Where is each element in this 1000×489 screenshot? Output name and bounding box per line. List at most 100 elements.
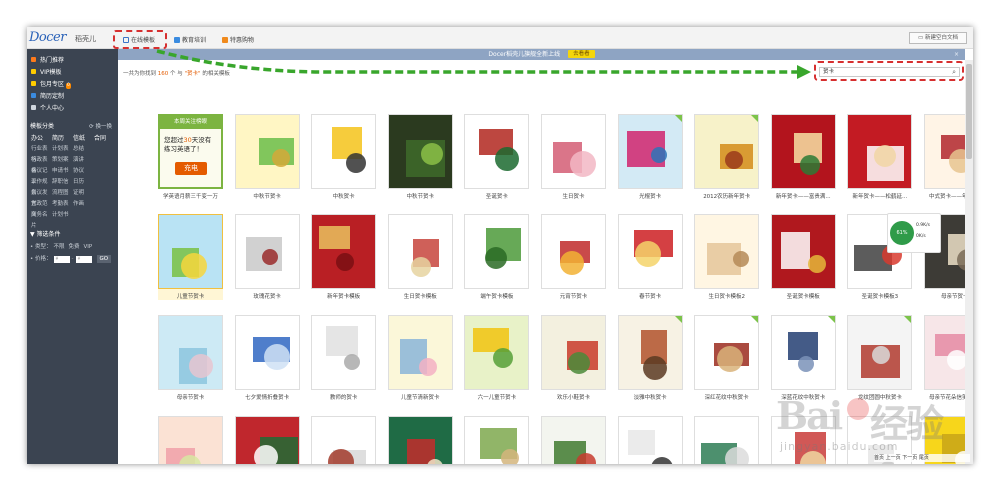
template-thumbnail[interactable]: 本周关注榜眼 您超过30天没有 练习英语了！ 充电 [158, 114, 223, 189]
template-tile[interactable]: 中秋节贺卡 [234, 114, 300, 200]
filter-type-free[interactable]: 免费 [69, 241, 80, 253]
template-thumbnail[interactable] [694, 114, 760, 189]
filter-type-any[interactable]: 不限 [54, 241, 65, 253]
price-max-input[interactable]: ¥ [75, 255, 92, 263]
template-thumbnail[interactable] [234, 114, 300, 189]
template-thumbnail[interactable] [617, 214, 683, 289]
template-thumbnail[interactable] [541, 214, 606, 289]
network-speed-widget[interactable]: 61% 0.9K/s 0K/s [887, 213, 941, 253]
category-link[interactable]: 会议记录 [31, 166, 52, 185]
template-thumbnail[interactable] [770, 315, 836, 390]
category-link[interactable]: 计划书 [52, 210, 73, 221]
template-tile[interactable]: 端午贺卡模板 [464, 214, 530, 300]
template-thumbnail[interactable] [464, 416, 530, 464]
template-tile[interactable] [311, 416, 377, 464]
category-link[interactable]: 证明 [73, 188, 94, 199]
template-tile[interactable]: 2012农历新年贺卡 [694, 114, 760, 200]
close-icon[interactable]: × [954, 49, 959, 60]
template-tile[interactable]: 淡雅中秋贺卡 [617, 315, 683, 401]
template-thumbnail[interactable] [234, 315, 300, 390]
template-tile[interactable]: 圣诞贺卡 [464, 114, 530, 200]
template-tile[interactable]: 生日贺卡模板 [387, 214, 453, 300]
pager-last[interactable]: 尾页 [919, 455, 929, 461]
filter-type-vip[interactable]: VIP [84, 241, 93, 253]
template-tile[interactable]: 元宵节贺卡 [541, 214, 606, 300]
template-thumbnail[interactable] [464, 315, 530, 390]
category-link[interactable]: 计划表 [52, 144, 73, 155]
template-tile[interactable]: 新年贺卡模板 [311, 214, 377, 300]
template-tile[interactable] [234, 416, 300, 464]
category-link[interactable]: 演讲 [73, 155, 94, 166]
template-tile[interactable]: 玫瑰花贺卡 [234, 214, 300, 300]
tab-education[interactable]: 教育培训 [174, 35, 206, 44]
template-thumbnail[interactable] [694, 214, 760, 289]
template-thumbnail[interactable] [847, 114, 913, 189]
category-link[interactable]: 日历 [73, 177, 94, 188]
template-tile[interactable]: 儿童节贺卡 [158, 214, 223, 300]
banner-go-button[interactable]: 去看看 [568, 50, 595, 58]
template-thumbnail[interactable] [387, 114, 453, 189]
tab-shopping[interactable]: 特惠购物 [222, 35, 254, 44]
template-tile[interactable] [158, 416, 223, 464]
template-tile[interactable]: 中秋节贺卡 [387, 114, 453, 200]
template-tile[interactable]: 欢乐小鞋贺卡 [541, 315, 606, 401]
template-thumbnail[interactable] [311, 214, 377, 289]
pager-prev[interactable]: 上一页 [886, 455, 901, 461]
template-thumbnail[interactable] [617, 416, 683, 464]
template-thumbnail[interactable] [617, 114, 683, 189]
category-link[interactable]: 信纸 [73, 133, 94, 144]
category-link[interactable]: 办公 [31, 133, 52, 144]
template-thumbnail[interactable] [387, 416, 453, 464]
template-thumbnail[interactable] [617, 315, 683, 390]
sidebar-nav-item[interactable]: 个人中心 [27, 103, 118, 115]
template-tile[interactable]: 儿童节清新贺卡 [387, 315, 453, 401]
pager-first[interactable]: 首页 [874, 455, 884, 461]
template-tile[interactable]: 新年贺卡——富贵满... [770, 114, 836, 200]
template-tile[interactable] [617, 416, 683, 464]
template-tile[interactable]: 光棍贺卡 [617, 114, 683, 200]
category-link[interactable]: 策划案 [52, 155, 73, 166]
template-thumbnail[interactable] [311, 114, 377, 189]
template-tile[interactable]: 春节贺卡 [617, 214, 683, 300]
category-link[interactable]: 简历 [52, 133, 73, 144]
template-thumbnail[interactable] [464, 214, 530, 289]
sidebar-nav-item[interactable]: 热门推荐 [27, 55, 118, 67]
template-tile[interactable] [464, 416, 530, 464]
template-tile[interactable]: 新年贺卡——松鹤延... [847, 114, 913, 200]
template-thumbnail[interactable] [770, 214, 836, 289]
category-link[interactable]: 协议 [73, 166, 94, 177]
template-tile[interactable]: 生日贺卡模板2 [694, 214, 760, 300]
sidebar-nav-item[interactable]: 简历定制 [27, 91, 118, 103]
template-thumbnail[interactable] [770, 114, 836, 189]
template-thumbnail[interactable] [541, 315, 606, 390]
category-link[interactable]: 商务名片 [31, 210, 52, 229]
category-link[interactable]: 合同 [94, 133, 115, 144]
category-link[interactable]: 申请书 [52, 166, 73, 177]
template-thumbnail[interactable] [694, 315, 760, 390]
sidebar-nav-item[interactable]: VIP模板 [27, 67, 118, 79]
template-tile[interactable]: 六一儿童节贺卡 [464, 315, 530, 401]
category-link[interactable]: 考勤表 [52, 199, 73, 210]
price-go-button[interactable]: GO [96, 255, 112, 263]
category-link[interactable]: 辞职信 [52, 177, 73, 188]
category-link[interactable]: 工作规划 [31, 177, 52, 196]
scrollbar-thumb[interactable] [966, 64, 972, 159]
template-thumbnail[interactable] [158, 214, 223, 289]
template-tile[interactable] [541, 416, 606, 464]
template-tile[interactable]: 本周关注榜眼 您超过30天没有 练习英语了！ 充电 学英语月薪三千变一万 [158, 114, 223, 200]
template-thumbnail[interactable] [311, 315, 377, 390]
template-tile[interactable] [387, 416, 453, 464]
recharge-button[interactable]: 充电 [175, 162, 207, 175]
template-thumbnail[interactable] [387, 214, 453, 289]
price-min-input[interactable]: ¥ [53, 255, 70, 263]
template-tile[interactable]: 母亲节贺卡 [158, 315, 223, 401]
template-thumbnail[interactable] [694, 416, 760, 464]
new-blank-document-button[interactable]: ▭ 新建空白文档 [909, 32, 967, 44]
template-tile[interactable]: 深红花纹中秋贺卡 [694, 315, 760, 401]
sidebar-nav-item[interactable]: 包月专区 0 [27, 79, 118, 91]
template-tile[interactable]: 中秋贺卡 [311, 114, 377, 200]
category-link[interactable]: 会议发言 [31, 188, 52, 207]
template-thumbnail[interactable] [847, 315, 913, 390]
template-thumbnail[interactable] [158, 416, 223, 464]
category-link[interactable]: 总结 [73, 144, 94, 155]
